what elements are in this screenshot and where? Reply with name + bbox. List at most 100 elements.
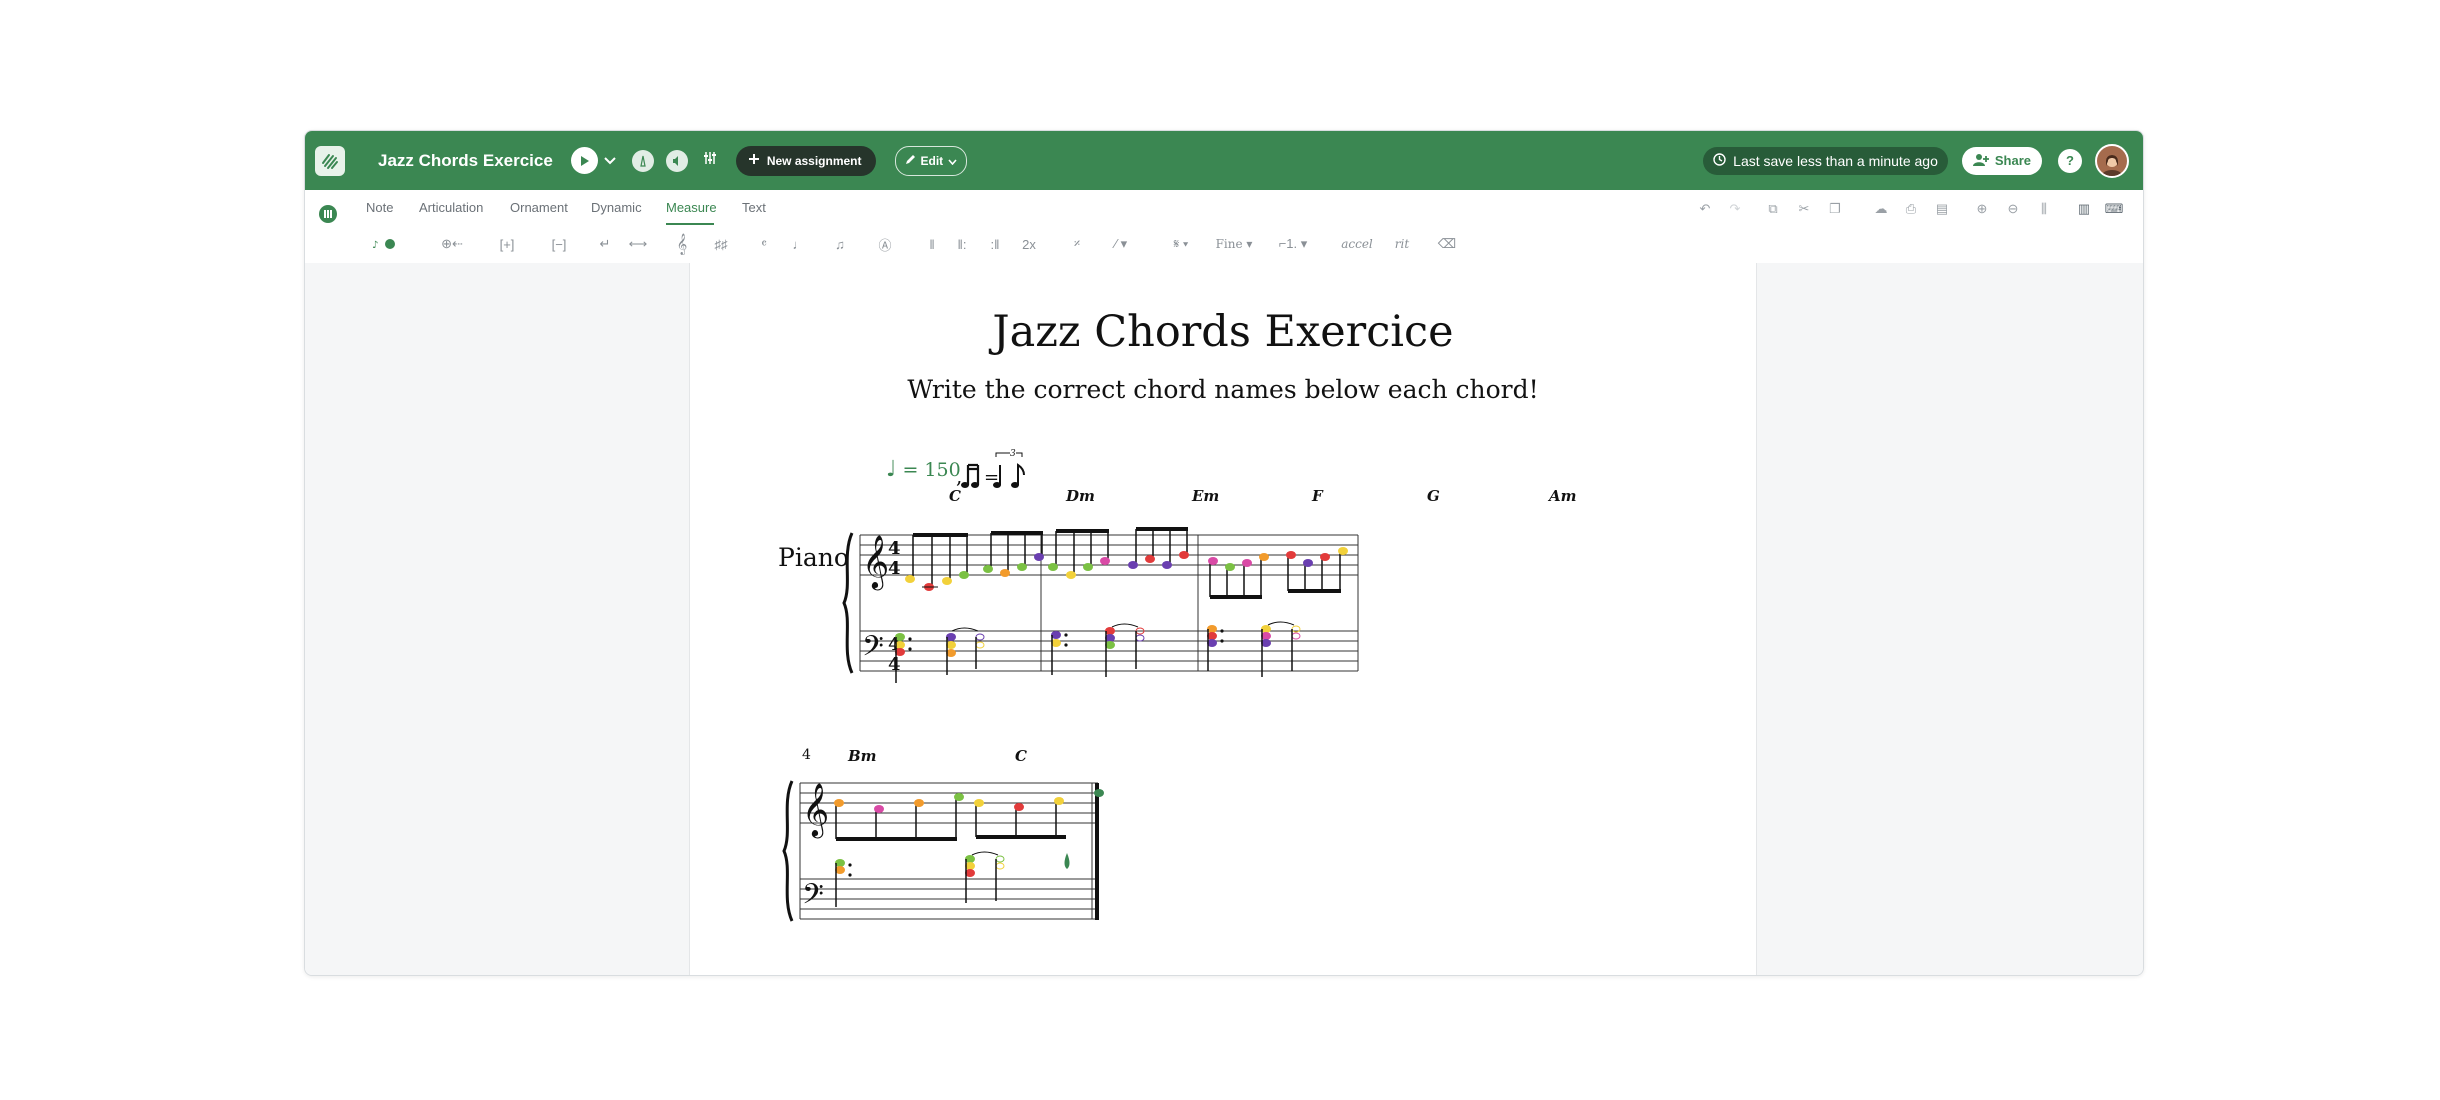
- cut-icon[interactable]: ✂: [1796, 201, 1812, 217]
- edit-mode-dropdown[interactable]: Edit: [894, 145, 968, 176]
- chord-label[interactable]: Bm: [848, 747, 877, 765]
- edit-label: Edit: [920, 153, 944, 168]
- tuplet-icon[interactable]: ♫: [829, 234, 851, 254]
- chord-label[interactable]: Am: [1549, 487, 1577, 505]
- key-signature-icon[interactable]: ♯♯: [710, 234, 732, 254]
- copy-icon[interactable]: ⧉: [1765, 201, 1781, 217]
- volume-icon[interactable]: [665, 149, 688, 172]
- play-button[interactable]: [570, 147, 598, 174]
- system-2-staff[interactable]: 𝄞 𝄢: [780, 773, 1120, 933]
- double-barline-icon[interactable]: ‖: [927, 234, 937, 254]
- tab-articulation[interactable]: Articulation: [419, 200, 483, 215]
- score-title[interactable]: Jazz Chords Exercice: [690, 307, 1756, 357]
- help-button[interactable]: ?: [2058, 148, 2082, 173]
- document-title[interactable]: Jazz Chords Exercice: [378, 151, 553, 171]
- tab-ornament[interactable]: Ornament: [510, 200, 568, 215]
- redo-icon[interactable]: ↷: [1727, 201, 1743, 217]
- zoom-in-icon[interactable]: ⊕: [1974, 201, 1990, 217]
- app-logo[interactable]: [315, 145, 345, 176]
- chord-label[interactable]: G: [1427, 487, 1440, 505]
- measure-repeat-icon[interactable]: 𝄎: [1067, 234, 1087, 254]
- insert-measure-before-icon[interactable]: ⊕⇠: [434, 234, 470, 254]
- metronome-icon[interactable]: [631, 149, 654, 172]
- segno-dropdown-icon[interactable]: 𝄋 ▾: [1166, 234, 1196, 254]
- top-bar: Jazz Chords Exercice New assignment Edit: [305, 131, 2143, 190]
- score-page[interactable]: Jazz Chords Exercice Write the correct c…: [689, 263, 1757, 975]
- slash-dropdown-icon[interactable]: ⁄ ▾: [1104, 234, 1138, 254]
- instruments-icon[interactable]: ▥: [2076, 201, 2092, 217]
- tab-note[interactable]: Note: [366, 200, 393, 215]
- svg-text:4: 4: [888, 654, 901, 675]
- svg-text:𝄞: 𝄞: [802, 782, 829, 838]
- time-signature-icon[interactable]: 𝄴: [756, 234, 772, 254]
- share-label: Share: [1994, 153, 2031, 168]
- cloud-upload-icon[interactable]: ☁: [1873, 201, 1889, 217]
- page-view-icon[interactable]: ⫼: [2036, 201, 2052, 217]
- plus-icon: [748, 153, 760, 168]
- chord-label[interactable]: Dm: [1066, 487, 1095, 505]
- svg-text:♪: ♪: [372, 240, 378, 250]
- score-workspace: Jazz Chords Exercice Write the correct c…: [305, 263, 2143, 975]
- tab-text[interactable]: Text: [742, 200, 766, 215]
- pencil-icon: [905, 154, 916, 168]
- score-subtitle[interactable]: Write the correct chord names below each…: [690, 375, 1756, 404]
- swing-marking[interactable]: , = 3: [956, 447, 1066, 491]
- svg-text:4: 4: [888, 538, 901, 559]
- print-icon[interactable]: ⎙: [1903, 201, 1919, 217]
- zoom-out-icon[interactable]: ⊖: [2005, 201, 2021, 217]
- tab-dynamic[interactable]: Dynamic: [591, 200, 642, 215]
- rit-button[interactable]: rit: [1392, 234, 1412, 254]
- undo-icon[interactable]: ↶: [1697, 201, 1713, 217]
- system-break-icon[interactable]: ↵: [595, 234, 615, 254]
- accel-button[interactable]: accel: [1341, 234, 1373, 254]
- tempo-marking[interactable]: ♩ = 150: [886, 457, 961, 482]
- new-assignment-button[interactable]: New assignment: [735, 145, 876, 176]
- keyboard-shortcuts-icon[interactable]: ⌨: [2105, 201, 2124, 217]
- svg-text:4: 4: [888, 558, 901, 579]
- add-user-icon: [1972, 153, 1989, 169]
- add-measure-icon[interactable]: [+]: [493, 234, 521, 254]
- clef-icon[interactable]: 𝄞: [674, 234, 690, 254]
- mixer-icon[interactable]: [702, 150, 718, 171]
- help-label: ?: [2066, 153, 2074, 168]
- system-1-staff[interactable]: 𝄞 𝄢 4 4 4 4: [840, 525, 1680, 683]
- repeat-start-icon[interactable]: ‖:: [957, 234, 967, 254]
- remove-measure-icon[interactable]: [−]: [545, 234, 573, 254]
- save-status: Last save less than a minute ago: [1703, 146, 1948, 175]
- new-assignment-label: New assignment: [766, 153, 862, 168]
- svg-text:𝄞: 𝄞: [862, 534, 889, 590]
- fine-dropdown[interactable]: Fine ▾: [1214, 234, 1254, 254]
- pickup-measure-icon[interactable]: ♩: [790, 234, 808, 254]
- chord-label[interactable]: Em: [1192, 487, 1219, 505]
- share-button[interactable]: Share: [1961, 146, 2042, 175]
- repeat-count-button[interactable]: 2x: [1019, 234, 1039, 254]
- chevron-down-icon: [948, 154, 957, 168]
- measure-width-icon[interactable]: ⟷: [625, 234, 651, 254]
- measure-number: 4: [802, 747, 811, 763]
- app-window: Jazz Chords Exercice New assignment Edit: [304, 130, 2144, 976]
- layout-icon[interactable]: ▤: [1934, 201, 1950, 217]
- svg-text:𝄢: 𝄢: [862, 630, 884, 670]
- tabs-bar: Note Articulation Ornament Dynamic Measu…: [305, 190, 2143, 225]
- piano-keyboard-icon[interactable]: [319, 205, 337, 223]
- tab-measure[interactable]: Measure: [666, 200, 717, 215]
- chord-label[interactable]: C: [1015, 747, 1027, 765]
- measure-toolbar: ♪ ⊕⇠ [+] [−] ↵ ⟷ 𝄞 ♯♯ 𝄴 ♩ ♫ Ⓐ ‖ ‖: :‖ 2x…: [305, 225, 2143, 264]
- fine-label: Fine: [1215, 237, 1243, 251]
- delete-icon[interactable]: ⌫: [1437, 234, 1457, 254]
- user-avatar[interactable]: [2095, 143, 2129, 178]
- tempo-value: = 150: [902, 459, 961, 481]
- playback-options-chevron-icon[interactable]: [604, 152, 616, 170]
- chord-label[interactable]: C: [949, 487, 961, 505]
- clock-icon: [1713, 152, 1726, 169]
- svg-text:𝄢: 𝄢: [802, 878, 824, 918]
- repeat-end-icon[interactable]: :‖: [990, 234, 1000, 254]
- triplet-number: 3: [1010, 449, 1016, 459]
- quarter-note-icon: ♩: [886, 457, 897, 482]
- volta-dropdown-icon[interactable]: ⌐1. ▾: [1273, 234, 1313, 254]
- paste-icon[interactable]: ❐: [1827, 201, 1843, 217]
- text-box-icon[interactable]: Ⓐ: [876, 234, 894, 254]
- chord-label[interactable]: F: [1312, 487, 1323, 505]
- instrument-name[interactable]: Piano: [778, 543, 849, 572]
- measure-count-icon[interactable]: ♪: [371, 234, 397, 254]
